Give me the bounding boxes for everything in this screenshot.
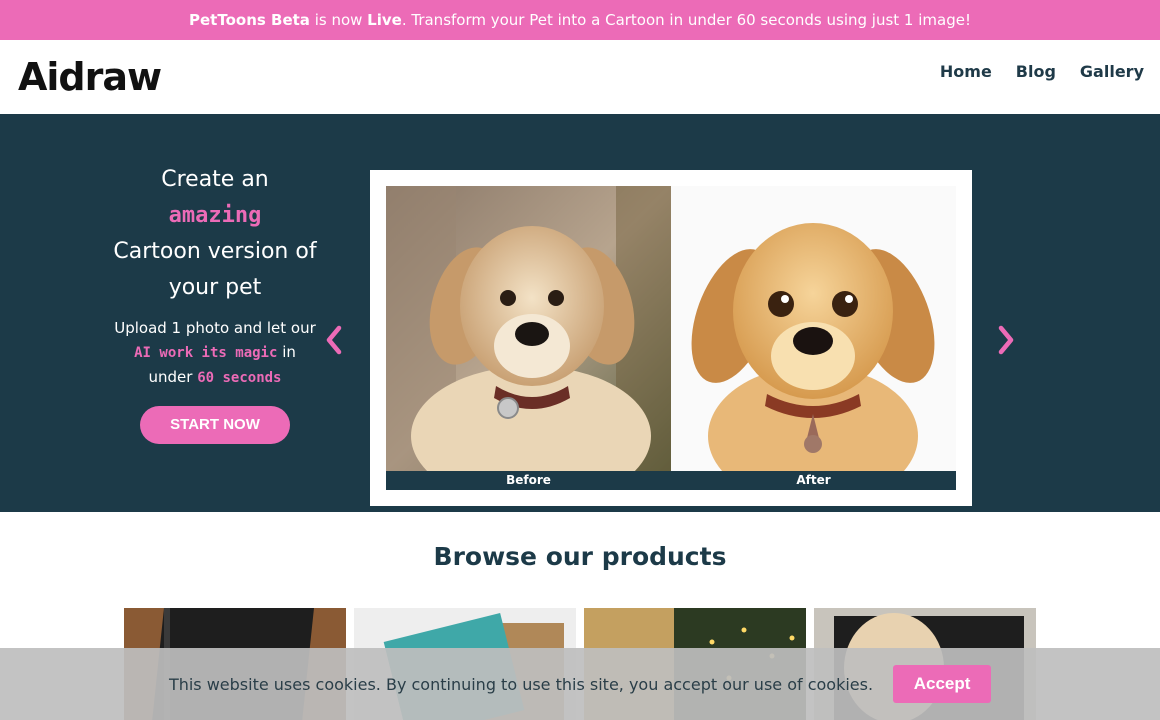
carousel-next-button[interactable]: [992, 320, 1020, 360]
page: PetToons Beta is now Live . Transform yo…: [0, 0, 1160, 720]
caption-before: Before: [506, 473, 551, 487]
logo-text: Aidraw: [18, 55, 161, 98]
hero-title-accent: amazing: [168, 203, 262, 228]
main-nav: Home Blog Gallery: [940, 62, 1144, 81]
hero-section: Create an amazing Cartoon version of you…: [0, 114, 1160, 512]
nav-gallery[interactable]: Gallery: [1080, 62, 1144, 81]
hero-text: Create an amazing Cartoon version of you…: [110, 162, 320, 444]
nav-blog[interactable]: Blog: [1016, 62, 1056, 81]
hero-sub-line1: Upload 1 photo and let our: [114, 319, 316, 337]
caption-bar: Before After: [386, 471, 956, 490]
cookie-banner: This website uses cookies. By continuing…: [0, 648, 1160, 720]
banner-live: Live: [367, 11, 402, 29]
chevron-right-icon: [998, 325, 1014, 355]
nav-home[interactable]: Home: [940, 62, 992, 81]
chevron-left-icon: [326, 325, 342, 355]
banner-rest: . Transform your Pet into a Cartoon in u…: [401, 11, 971, 29]
start-now-button[interactable]: START NOW: [140, 406, 290, 444]
aidraw-logo[interactable]: Aidraw: [18, 54, 178, 98]
hero-title-line1: Create an: [161, 167, 269, 192]
banner-brand: PetToons Beta: [189, 11, 310, 29]
hero-sub-accent1: AI work its magic: [134, 345, 278, 361]
cookie-text: This website uses cookies. By continuing…: [168, 674, 874, 694]
products-title: Browse our products: [433, 542, 727, 571]
announcement-banner: PetToons Beta is now Live . Transform yo…: [0, 0, 1160, 40]
accept-cookies-button[interactable]: Accept: [893, 665, 992, 703]
site-header: Aidraw Home Blog Gallery: [0, 40, 1160, 110]
hero-title-line2: Cartoon version of your pet: [113, 239, 317, 300]
before-photo: [386, 186, 671, 471]
carousel-prev-button[interactable]: [320, 320, 348, 360]
carousel-slide: Before After: [370, 170, 972, 506]
hero-subtitle: Upload 1 photo and let our AI work its m…: [110, 316, 320, 390]
hero-sub-accent2: 60 seconds: [197, 370, 282, 386]
hero-title: Create an amazing Cartoon version of you…: [110, 162, 320, 306]
after-cartoon: [671, 186, 956, 471]
caption-after: After: [796, 473, 831, 487]
banner-mid: is now: [309, 11, 368, 29]
